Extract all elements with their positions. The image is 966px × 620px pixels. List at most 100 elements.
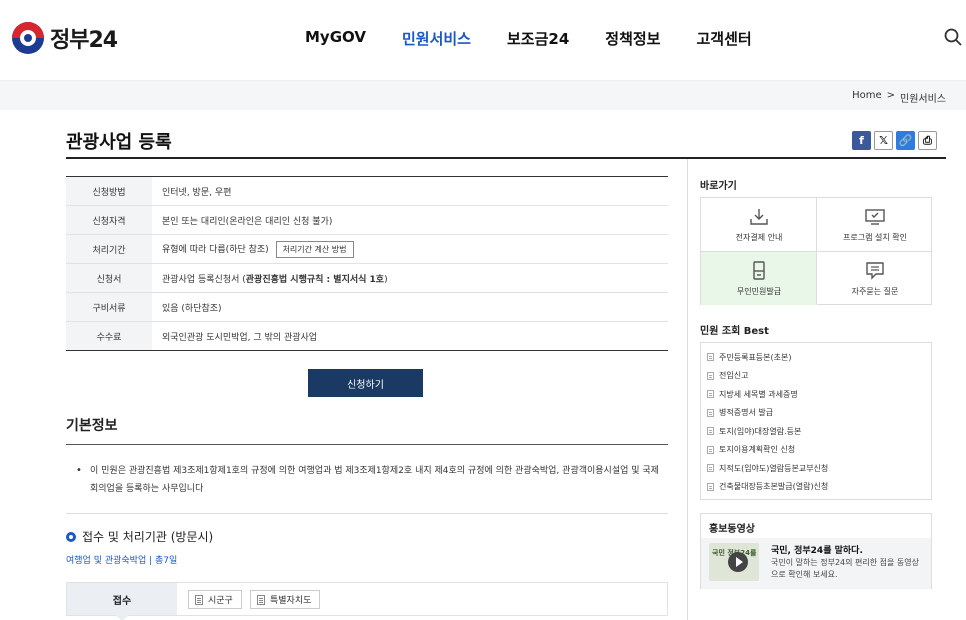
nav-subsidy24[interactable]: 보조금24 — [507, 28, 569, 49]
list-item-label: 지방세 세목별 과세증명 — [719, 389, 798, 399]
quick-link-label: 전자결제 안내 — [735, 232, 783, 242]
list-item-label: 주민등록표등본(초본) — [719, 352, 792, 362]
monitor-check-icon — [865, 208, 885, 225]
row-value: 인터넷, 방문, 우편 — [152, 176, 668, 206]
row-value-cell: 유형에 따라 다름(하단 참조) 처리기간 계산 방법 — [152, 234, 668, 264]
row-label: 신청자격 — [66, 205, 152, 235]
best-services-list: 주민등록표등본(초본) 전입신고 지방세 세목별 과세증명 병적증명서 발급 토… — [700, 342, 932, 500]
row-label: 구비서류 — [66, 292, 152, 322]
list-item[interactable]: 지적도(임야도)열람등본교부신청 — [707, 459, 931, 478]
reception-heading-text: 접수 및 처리기관 (방문시) — [82, 530, 214, 544]
document-icon — [707, 427, 714, 436]
reception-label: 접수 — [67, 583, 177, 615]
breadcrumb-home[interactable]: Home — [852, 90, 882, 105]
list-item-label: 병적증명서 발급 — [719, 408, 774, 418]
promo-video-card[interactable]: 국민 정부24를 국민, 정부24를 말하다. 국민이 말하는 정부24의 편리… — [701, 538, 931, 589]
grid-divider — [701, 251, 931, 252]
basic-info-text: 이 민원은 관광진흥법 제3조제1항제1호의 규정에 의한 여행업과 법 제3조… — [76, 462, 661, 498]
row-value-suffix: ) — [384, 274, 388, 285]
breadcrumb: Home > 민원서비스 — [852, 90, 946, 105]
quick-link-faq[interactable]: 자주묻는 질문 — [817, 252, 933, 305]
list-item[interactable]: 토지(임야)대장열람.등본 — [707, 422, 931, 441]
list-item[interactable]: 전입신고 — [707, 367, 931, 386]
row-label: 수수료 — [66, 321, 152, 351]
document-icon — [707, 371, 714, 380]
nav-customer-center[interactable]: 고객센터 — [696, 28, 751, 49]
document-icon — [257, 594, 265, 605]
quick-links-heading: 바로가기 — [700, 181, 737, 192]
sigungu-button[interactable]: 시군구 — [188, 590, 242, 609]
chat-icon — [866, 261, 884, 280]
breadcrumb-bar: Home > 민원서비스 — [0, 80, 966, 110]
subsection-divider — [66, 513, 668, 514]
best-services-heading: 민원 조회 Best — [700, 326, 769, 337]
quick-link-payment[interactable]: 전자결제 안내 — [701, 198, 817, 251]
site-header: 정부24 MyGOV 민원서비스 보조금24 정책정보 고객센터 — [0, 0, 966, 78]
promo-video-title[interactable]: 국민, 정부24를 말하다. — [771, 543, 863, 556]
document-icon — [707, 482, 714, 491]
promo-video-desc: 국민이 말하는 정부24의 편리한 점을 동영상으로 확인해 보세요. — [771, 558, 920, 579]
row-value: 외국인관광 도시민박업, 그 밖의 관광사업 — [162, 332, 318, 343]
nav-policy-info[interactable]: 정책정보 — [605, 28, 660, 49]
row-value-cell: 관광사업 등록신청서 (관광진흥법 시행규칙 : 별지서식 1호) — [152, 263, 668, 293]
reception-heading: 접수 및 처리기관 (방문시) — [66, 528, 213, 545]
play-icon[interactable] — [728, 552, 748, 572]
list-item-label: 지적도(임야도)열람등본교부신청 — [719, 463, 829, 473]
row-value-prefix: 관광사업 등록신청서 ( — [162, 274, 246, 285]
special-province-button[interactable]: 특별자치도 — [250, 590, 321, 609]
row-value: 본인 또는 대리인(온라인은 대리인 신청 불가) — [152, 205, 668, 235]
list-item-label: 전입신고 — [719, 371, 749, 381]
search-icon[interactable] — [944, 28, 962, 46]
quick-links-grid: 전자결제 안내 프로그램 설치 확인 무인민원발급 자주묻는 질문 — [700, 197, 932, 305]
breadcrumb-current[interactable]: 민원서비스 — [900, 90, 946, 105]
reception-category-link[interactable]: 여행업 및 관광숙박업 | 총7일 — [66, 553, 177, 566]
list-item-label: 토지(임야)대장열람.등본 — [719, 426, 802, 436]
page-title: 관광사업 등록 — [66, 132, 172, 153]
document-icon — [707, 353, 714, 362]
list-item[interactable]: 병적증명서 발급 — [707, 404, 931, 423]
promo-heading: 홍보동영상 — [709, 524, 755, 535]
document-icon — [707, 390, 714, 399]
quick-link-program-check[interactable]: 프로그램 설치 확인 — [817, 198, 933, 251]
list-item[interactable]: 토지이용계획확인 신청 — [707, 441, 931, 460]
application-form-reference[interactable]: 관광진흥법 시행규칙 : 별지서식 1호 — [246, 275, 384, 285]
table-row: 처리기간 유형에 따라 다름(하단 참조) 처리기간 계산 방법 — [66, 234, 668, 264]
breadcrumb-separator: > — [886, 90, 895, 101]
site-logo[interactable]: 정부24 — [12, 22, 118, 54]
document-icon — [707, 464, 714, 473]
row-value: 유형에 따라 다름(하단 참조) — [162, 244, 269, 255]
apply-button[interactable]: 신청하기 — [308, 369, 423, 397]
nav-civil-service[interactable]: 민원서비스 — [402, 28, 471, 49]
row-label: 처리기간 — [66, 234, 152, 264]
list-item[interactable]: 건축물대장등초본발급(열람)신청 — [707, 478, 931, 497]
quick-link-kiosk[interactable]: 무인민원발급 — [701, 252, 817, 305]
taegeuk-logo-icon — [12, 22, 44, 54]
video-thumbnail[interactable]: 국민 정부24를 — [709, 543, 759, 581]
table-row: 구비서류 있음 (하단참조) — [66, 292, 668, 322]
service-info-table: 신청방법 인터넷, 방문, 우편 신청자격 본인 또는 대리인(온라인은 대리인… — [66, 176, 668, 351]
link-copy-icon[interactable]: 🔗 — [896, 131, 915, 150]
document-icon — [707, 445, 714, 454]
download-icon — [750, 208, 768, 225]
processing-period-calc-button[interactable]: 처리기간 계산 방법 — [275, 240, 354, 258]
section-divider — [66, 444, 668, 445]
document-icon — [707, 408, 714, 417]
list-item[interactable]: 지방세 세목별 과세증명 — [707, 385, 931, 404]
list-item-label: 토지이용계획확인 신청 — [719, 445, 796, 455]
table-row: 신청서 관광사업 등록신청서 (관광진흥법 시행규칙 : 별지서식 1호) — [66, 263, 668, 293]
x-share-icon[interactable]: 𝕏 — [874, 131, 893, 150]
share-toolbar: f 𝕏 🔗 ⎙ — [852, 131, 937, 150]
nav-mygov[interactable]: MyGOV — [305, 28, 366, 49]
promo-video-box: 홍보동영상 국민 정부24를 국민, 정부24를 말하다. 국민이 말하는 정부… — [700, 513, 932, 589]
ring-bullet-icon — [66, 531, 76, 542]
print-icon[interactable]: ⎙ — [918, 131, 937, 150]
title-divider — [66, 157, 946, 159]
row-label: 신청서 — [66, 263, 152, 293]
list-item[interactable]: 주민등록표등본(초본) — [707, 348, 931, 367]
quick-link-label: 자주묻는 질문 — [851, 286, 899, 296]
sigungu-label: 시군구 — [208, 596, 233, 606]
facebook-share-icon[interactable]: f — [852, 131, 871, 150]
reception-box: 접수 시군구 특별자치도 — [66, 582, 668, 620]
reception-notch — [115, 615, 129, 620]
row-label: 신청방법 — [66, 176, 152, 206]
